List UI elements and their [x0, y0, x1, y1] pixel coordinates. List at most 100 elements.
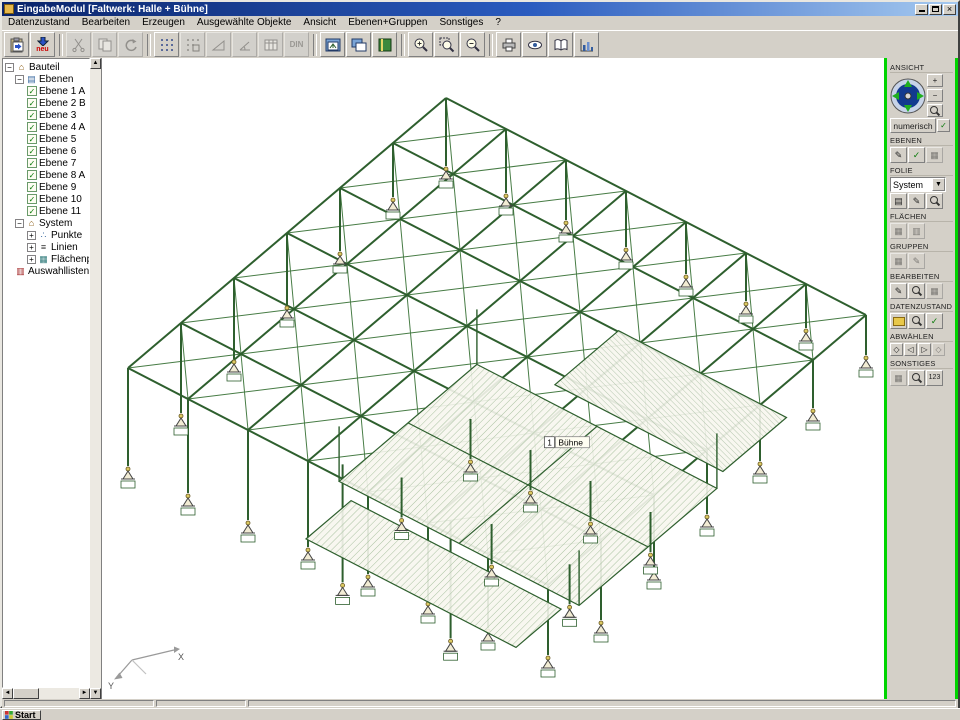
menu-datenzustand[interactable]: Datenzustand	[2, 16, 76, 30]
expand-icon[interactable]: +	[27, 255, 36, 264]
manual-button[interactable]	[548, 32, 573, 57]
ebenen-edit-button[interactable]: ✎	[890, 147, 907, 163]
tree-item-ebene-3[interactable]: ✓Ebene 3	[5, 109, 89, 121]
layer-check-icon[interactable]: ✓	[27, 110, 37, 120]
copy-button[interactable]	[92, 32, 117, 57]
menu-ansicht[interactable]: Ansicht	[297, 16, 342, 30]
apply-check-button[interactable]: ✓	[937, 119, 950, 132]
drawing-canvas[interactable]: 1BühneXY	[101, 58, 884, 699]
collapse-icon[interactable]: −	[5, 63, 14, 72]
start-button[interactable]: Start	[2, 710, 41, 720]
deselect-prev-button[interactable]: ◁	[904, 343, 917, 356]
sonstiges-numbering-button[interactable]: 123	[926, 370, 943, 386]
minimize-button[interactable]	[915, 4, 928, 15]
grid-button[interactable]	[154, 32, 179, 57]
scroll-left-icon[interactable]: ◄	[2, 688, 13, 699]
folie-layers-button[interactable]: ▤	[890, 193, 907, 209]
table-button[interactable]	[258, 32, 283, 57]
layer-check-icon[interactable]: ✓	[27, 170, 37, 180]
numeric-view-button[interactable]: numerisch	[890, 118, 936, 133]
layer-check-icon[interactable]: ✓	[27, 146, 37, 156]
bearbeiten-zoom-button[interactable]	[908, 283, 925, 299]
view-reset-button[interactable]	[927, 104, 943, 117]
tree-item-ebene-5[interactable]: ✓Ebene 5	[5, 133, 89, 145]
flaechen-list-button[interactable]: ▥	[908, 223, 925, 239]
tree-horizontal-scrollbar[interactable]: ◄ ►	[2, 688, 90, 699]
tree-item-linien[interactable]: +≡Linien	[5, 241, 89, 253]
menu-ausgewaehlte-objekte[interactable]: Ausgewählte Objekte	[191, 16, 298, 30]
new-button[interactable]: neu	[30, 32, 55, 57]
ebenen-check-button[interactable]: ✓	[908, 147, 925, 163]
zoom-in-button[interactable]	[408, 32, 433, 57]
datenzustand-folder-button[interactable]	[890, 313, 907, 329]
datenzustand-zoom-button[interactable]	[908, 313, 925, 329]
folie-zoom-button[interactable]	[926, 193, 943, 209]
tree-item-ebene-6[interactable]: ✓Ebene 6	[5, 145, 89, 157]
tree-item-ebene-1[interactable]: ✓Ebene 1 A	[5, 85, 89, 97]
tree-item-ebene-11[interactable]: ✓Ebene 11	[5, 205, 89, 217]
expand-icon[interactable]: +	[27, 243, 36, 252]
menu-bearbeiten[interactable]: Bearbeiten	[76, 16, 136, 30]
scroll-thumb[interactable]	[13, 688, 39, 699]
scroll-right-icon[interactable]: ►	[79, 688, 90, 699]
chevron-down-icon[interactable]: ▼	[932, 178, 945, 191]
slope-button[interactable]	[206, 32, 231, 57]
expand-icon[interactable]: +	[27, 231, 36, 240]
view-eye-button[interactable]	[522, 32, 547, 57]
deselect-diamond-button[interactable]: ◇	[890, 343, 903, 356]
maximize-button[interactable]	[929, 4, 942, 15]
scroll-down-icon[interactable]: ▼	[90, 688, 101, 699]
menu-ebenen-gruppen[interactable]: Ebenen+Gruppen	[342, 16, 433, 30]
view-compass[interactable]	[890, 78, 926, 114]
paste-button[interactable]	[4, 32, 29, 57]
folie-edit-button[interactable]: ✎	[908, 193, 925, 209]
din-button[interactable]: DIN	[284, 32, 309, 57]
zoom-window-button[interactable]	[434, 32, 459, 57]
datenzustand-apply-button[interactable]: ✓	[926, 313, 943, 329]
layer-check-icon[interactable]: ✓	[27, 98, 37, 108]
layer-check-icon[interactable]: ✓	[27, 158, 37, 168]
tree-item-bauteil[interactable]: −⌂Bauteil	[5, 61, 89, 73]
cut-button[interactable]	[66, 32, 91, 57]
ebenen-grid-button[interactable]: ▦	[926, 147, 943, 163]
tree-item-flaechenpositionen[interactable]: +▦Flächenpo	[5, 253, 89, 265]
layer-check-icon[interactable]: ✓	[27, 86, 37, 96]
gruppen-edit-button[interactable]: ✎	[908, 253, 925, 269]
canvas-vertical-scrollbar[interactable]: ▲ ▼	[90, 58, 101, 699]
sonstiges-zoom-button[interactable]	[908, 370, 925, 386]
flaechen-grid-button[interactable]: ▦	[890, 223, 907, 239]
collapse-icon[interactable]: −	[15, 219, 24, 228]
view-3d-button[interactable]	[320, 32, 345, 57]
tree-item-system[interactable]: −⌂System	[5, 217, 89, 229]
tree-item-ebene-9[interactable]: ✓Ebene 9	[5, 181, 89, 193]
menu-help[interactable]: ?	[489, 16, 507, 30]
zoom-plus-button[interactable]: +	[927, 74, 943, 87]
sonstiges-grid-button[interactable]: ▦	[890, 370, 907, 386]
statistics-button[interactable]	[574, 32, 599, 57]
layer-check-icon[interactable]: ✓	[27, 194, 37, 204]
tree-item-ebene-4[interactable]: ✓Ebene 4 A	[5, 121, 89, 133]
gruppen-grid-button[interactable]: ▦	[890, 253, 907, 269]
layer-check-icon[interactable]: ✓	[27, 206, 37, 216]
layer-check-icon[interactable]: ✓	[27, 134, 37, 144]
undo-button[interactable]	[118, 32, 143, 57]
layer-check-icon[interactable]: ✓	[27, 182, 37, 192]
folie-select[interactable]: System ▼	[890, 177, 946, 192]
layer-check-icon[interactable]: ✓	[27, 122, 37, 132]
tree-item-ebene-2[interactable]: ✓Ebene 2 B	[5, 97, 89, 109]
scroll-track[interactable]	[13, 688, 79, 699]
zoom-out-button[interactable]	[460, 32, 485, 57]
collapse-icon[interactable]: −	[15, 75, 24, 84]
notebook-button[interactable]	[372, 32, 397, 57]
close-button[interactable]: ×	[943, 4, 956, 15]
deselect-all-button[interactable]: ◇	[932, 343, 945, 356]
zoom-minus-button[interactable]: −	[927, 89, 943, 102]
print-button[interactable]	[496, 32, 521, 57]
title-bar[interactable]: EingabeModul [Faltwerk: Halle + Bühne] ×	[2, 2, 958, 16]
tree-item-ebenen[interactable]: −▤Ebenen	[5, 73, 89, 85]
bearbeiten-grid-button[interactable]: ▦	[926, 283, 943, 299]
tree-item-ebene-8[interactable]: ✓Ebene 8 A	[5, 169, 89, 181]
menu-erzeugen[interactable]: Erzeugen	[136, 16, 191, 30]
angle-button[interactable]	[232, 32, 257, 57]
tree-item-ebene-10[interactable]: ✓Ebene 10	[5, 193, 89, 205]
